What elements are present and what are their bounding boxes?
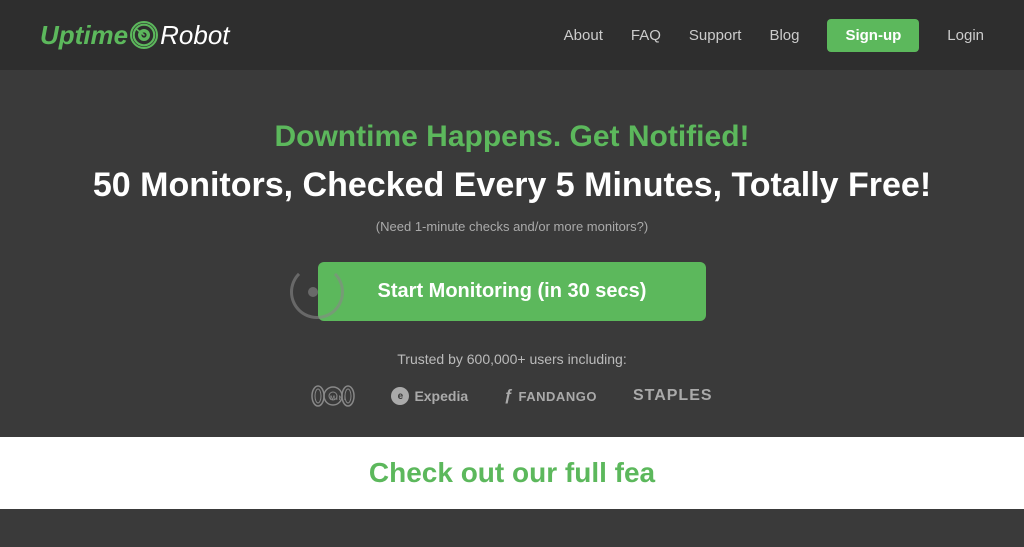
hero-tagline: Downtime Happens. Get Notified! [274,120,749,154]
start-monitoring-button[interactable]: Start Monitoring (in 30 secs) [318,262,707,321]
fandango-icon: ƒ [504,387,513,405]
logo[interactable]: Uptime Robot [40,20,230,51]
staples-label: STAPLES [633,387,713,404]
nav-faq[interactable]: FAQ [631,27,661,44]
header: Uptime Robot About FAQ Support Blog Sign… [0,0,1024,70]
brand-staples: STAPLES [633,387,713,405]
logo-svg [132,21,156,49]
nav-login[interactable]: Login [947,27,984,44]
nav-signup[interactable]: Sign-up [827,19,919,52]
nav-support[interactable]: Support [689,27,742,44]
hero-section: Downtime Happens. Get Notified! 50 Monit… [0,70,1024,437]
bottom-headline: Check out our full fea [369,457,655,489]
logo-uptime: Uptime [40,20,128,51]
bottom-strip: Check out our full fea [0,437,1024,509]
cta-label: Start Monitoring (in 30 secs) [378,280,647,303]
logo-icon [130,21,158,49]
hero-headline: 50 Monitors, Checked Every 5 Minutes, To… [93,166,931,205]
nav-about[interactable]: About [564,27,603,44]
logo-robot: Robot [160,20,229,51]
brand-mini: MINI [311,385,355,407]
nav-blog[interactable]: Blog [769,27,799,44]
fandango-label: FANDANGO [519,389,597,404]
svg-text:MINI: MINI [330,396,347,402]
brand-logos: MINI e Expedia ƒ FANDANGO STAPLES [311,385,712,407]
brand-fandango: ƒ FANDANGO [504,387,597,405]
expedia-label: Expedia [414,388,468,404]
brand-expedia: e Expedia [391,387,468,405]
mini-svg: MINI [311,385,355,407]
main-nav: About FAQ Support Blog Sign-up Login [564,19,984,52]
hero-subtext: (Need 1-minute checks and/or more monito… [376,219,648,234]
trusted-text: Trusted by 600,000+ users including: [397,351,626,367]
expedia-icon: e [391,387,409,405]
